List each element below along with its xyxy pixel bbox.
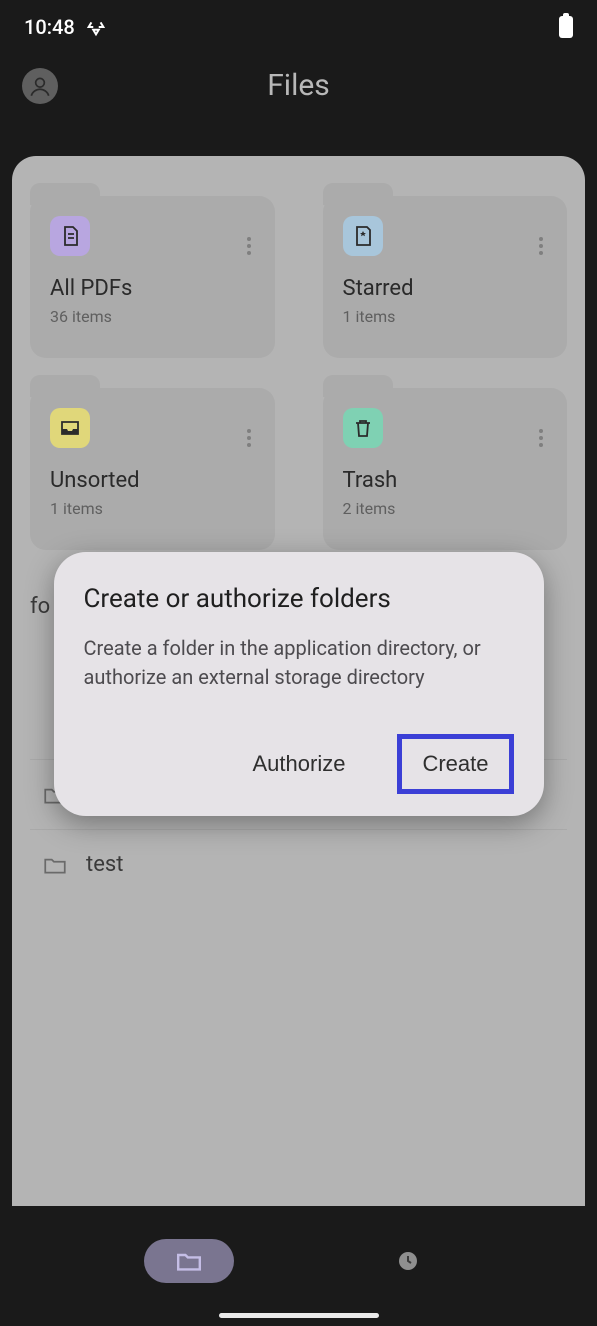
bottom-nav — [0, 1226, 597, 1296]
list-item[interactable]: test — [30, 829, 567, 899]
document-icon — [50, 216, 90, 256]
status-bar: 10:48 — [0, 0, 597, 50]
app-header: Files — [0, 50, 597, 125]
create-authorize-dialog: Create or authorize folders Create a fol… — [54, 552, 544, 816]
inbox-icon — [50, 408, 90, 448]
nav-folder-button[interactable] — [144, 1239, 234, 1283]
folder-count: 1 items — [343, 307, 548, 326]
folder-name: All PDFs — [50, 276, 255, 301]
trash-icon — [343, 408, 383, 448]
folder-count: 2 items — [343, 499, 548, 518]
more-icon[interactable] — [531, 234, 551, 258]
recycle-icon — [85, 16, 107, 38]
folder-card-starred[interactable]: Starred 1 items — [323, 196, 568, 358]
folder-count: 1 items — [50, 499, 255, 518]
page-title: Files — [267, 68, 330, 103]
folder-count: 36 items — [50, 307, 255, 326]
dialog-body: Create a folder in the application direc… — [84, 634, 514, 692]
folder-card-trash[interactable]: Trash 2 items — [323, 388, 568, 550]
folder-name: Starred — [343, 276, 548, 301]
folder-grid: All PDFs 36 items Starred 1 items Unsort… — [30, 196, 567, 550]
home-indicator[interactable] — [219, 1313, 379, 1318]
folder-name: Unsorted — [50, 468, 255, 493]
list-item-label: test — [86, 852, 123, 877]
dialog-title: Create or authorize folders — [84, 584, 514, 614]
status-time: 10:48 — [24, 15, 75, 39]
battery-icon — [559, 16, 573, 38]
authorize-button[interactable]: Authorize — [237, 741, 362, 787]
more-icon[interactable] — [239, 426, 259, 450]
folder-card-all-pdfs[interactable]: All PDFs 36 items — [30, 196, 275, 358]
create-button[interactable]: Create — [397, 734, 513, 794]
more-icon[interactable] — [239, 234, 259, 258]
folder-card-unsorted[interactable]: Unsorted 1 items — [30, 388, 275, 550]
avatar[interactable] — [22, 68, 58, 104]
more-icon[interactable] — [531, 426, 551, 450]
dialog-actions: Authorize Create — [84, 734, 514, 794]
folder-name: Trash — [343, 468, 548, 493]
folder-outline-icon — [42, 854, 68, 876]
star-document-icon — [343, 216, 383, 256]
nav-recent-button[interactable] — [363, 1239, 453, 1283]
